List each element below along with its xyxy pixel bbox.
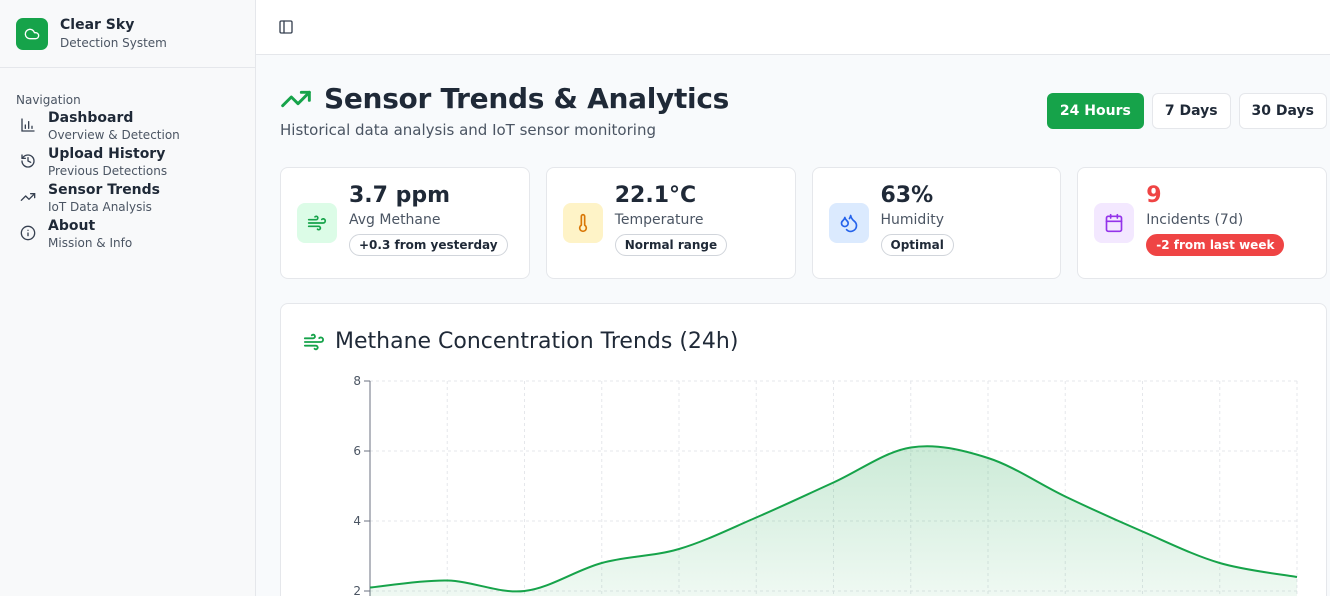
wind-icon [297,203,337,243]
methane-chart-card: Methane Concentration Trends (24h) 2468 [280,303,1327,596]
stat-label: Avg Methane [349,212,441,228]
sidebar-item-title: Sensor Trends [48,182,161,198]
sidebar-toggle-icon[interactable] [278,19,294,35]
stat-card-methane: 3.7 ppm Avg Methane +0.3 from yesterday [280,167,530,279]
brand: Clear Sky Detection System [0,0,255,68]
sidebar-item-subtitle: Mission & Info [48,236,133,250]
sidebar-item-upload-history[interactable]: Upload History Previous Detections [0,145,255,181]
stat-badge: Optimal [880,234,954,256]
cloud-icon [16,17,48,50]
stat-value: 22.1°C [614,183,697,208]
y-tick-label: 6 [353,444,361,458]
time-range-selector: 24 Hours 7 Days 30 Days [1046,93,1327,129]
stat-card-incidents: 9 Incidents (7d) -2 from last week [1077,167,1327,279]
methane-chart: 2 4 6 8 [353,374,1298,596]
sidebar-item-about[interactable]: About Mission & Info [0,217,255,253]
thermometer-icon [562,203,603,243]
page-header: Sensor Trends & Analytics Historical dat… [280,81,729,139]
sidebar-item-title: Upload History [48,146,166,162]
sidebar-item-dashboard[interactable]: Dashboard Overview & Detection [0,109,255,145]
page-subtitle: Historical data analysis and IoT sensor … [280,121,656,139]
range-7-days-button[interactable]: 7 Days [1151,93,1231,129]
stat-card-humidity: 63% Humidity Optimal [811,167,1062,279]
main-content: Sensor Trends & Analytics Historical dat… [256,55,1330,596]
stat-value: 63% [880,183,934,208]
stat-badge: Normal range [614,234,728,256]
sidebar-item-title: About [48,218,96,234]
stat-label: Incidents (7d) [1146,212,1244,228]
sidebar-item-subtitle: Previous Detections [48,164,168,178]
topbar [256,0,1330,55]
y-tick-label: 4 [353,514,361,528]
brand-subtitle: Detection System [60,35,167,50]
stats-cards: 3.7 ppm Avg Methane +0.3 from yesterday … [280,167,1327,279]
range-30-days-button[interactable]: 30 Days [1238,93,1327,129]
stat-value: 3.7 ppm [349,183,451,208]
stat-badge: +0.3 from yesterday [349,234,508,256]
nav-section-label: Navigation [16,93,81,107]
trending-up-icon [281,90,311,108]
sidebar-item-subtitle: Overview & Detection [48,128,180,142]
sidebar: Clear Sky Detection System Navigation Da… [0,0,256,596]
stat-badge: -2 from last week [1146,234,1285,256]
calendar-icon [1094,203,1135,243]
stat-card-temperature: 22.1°C Temperature Normal range [545,167,796,279]
page-title: Sensor Trends & Analytics [324,82,730,115]
brand-title: Clear Sky [60,16,135,33]
info-icon [20,225,36,241]
bar-chart-icon [21,118,35,132]
stat-label: Temperature [614,212,704,228]
range-24-hours-button[interactable]: 24 Hours [1046,93,1144,129]
stat-value: 9 [1146,183,1162,208]
stat-label: Humidity [880,212,944,228]
history-icon [21,154,35,168]
droplets-icon [828,203,869,243]
sidebar-item-sensor-trends[interactable]: Sensor Trends IoT Data Analysis [0,181,255,217]
y-tick-label: 8 [353,374,361,388]
sidebar-item-subtitle: IoT Data Analysis [48,200,152,214]
nav-list: Dashboard Overview & Detection Upload Hi… [0,109,255,253]
trending-up-icon [20,193,36,201]
y-tick-label: 2 [353,584,361,596]
sidebar-item-title: Dashboard [48,110,134,126]
